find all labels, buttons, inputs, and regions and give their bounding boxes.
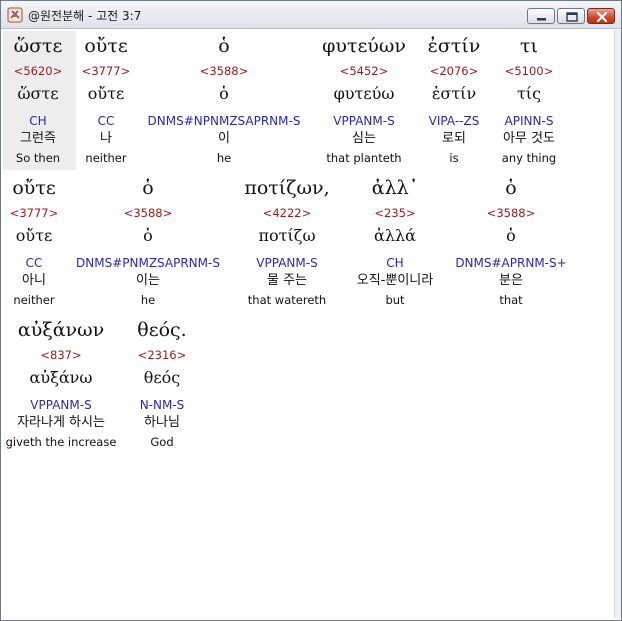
strong-number[interactable]: <3588> [431, 205, 591, 221]
lemma-word: τίς [516, 84, 542, 103]
parsing-code: N-NM-S [139, 398, 185, 412]
scrollbar-edge[interactable] [614, 30, 621, 618]
english-gloss: God [150, 435, 174, 449]
english-gloss: he [140, 293, 156, 307]
maximize-button[interactable] [557, 8, 585, 24]
strong-number[interactable]: <3588> [144, 63, 304, 79]
greek-word[interactable]: ὁ [144, 32, 304, 60]
lemma-word: θεός [143, 368, 181, 387]
close-icon [596, 11, 608, 23]
korean-gloss: 하나님 [144, 415, 180, 430]
greek-word[interactable]: ὁ [68, 174, 228, 202]
korean-gloss: 이는 [136, 273, 160, 288]
maximize-icon [566, 12, 578, 22]
parsing-code: APINN-S [504, 114, 554, 128]
lemma-word: ὁ [506, 226, 516, 245]
english-gloss: any thing [501, 151, 557, 165]
app-window: @원전분해 - 고전 3:7 ὥστε <5620> ὥστε CH 그런즉 So the… [0, 0, 622, 621]
korean-gloss: 아무 것도 [503, 131, 555, 146]
greek-word[interactable]: ὁ [431, 174, 591, 202]
lemma-word: ὁ [219, 84, 229, 103]
lemma-word: ὁ [143, 226, 153, 245]
minimize-button[interactable] [527, 8, 555, 24]
window-title: @원전분해 - 고전 3:7 [28, 9, 142, 23]
strong-number[interactable]: <3588> [68, 205, 228, 221]
strong-number[interactable]: <5100> [449, 63, 609, 79]
analysis-panel[interactable]: ὥστε <5620> ὥστε CH 그런즉 So then οὔτε <3777> οὔτε… [2, 30, 614, 618]
korean-gloss: 이 [218, 131, 230, 146]
title-bar[interactable]: @원전분해 - 고전 3:7 [1, 1, 621, 29]
parsing-code: DNMS#NPNMZSAPRNM-S [147, 114, 301, 128]
greek-word[interactable]: τι [449, 32, 609, 60]
close-button[interactable] [587, 8, 615, 24]
greek-word[interactable]: θεός. [82, 316, 242, 344]
english-gloss: he [216, 151, 232, 165]
parsing-code: DNMS#APRNM-S+ [455, 256, 567, 270]
english-gloss: that [499, 293, 523, 307]
parsing-code: DNMS#PNMZSAPRNM-S [76, 256, 220, 270]
strong-number[interactable]: <2316> [82, 347, 242, 363]
korean-gloss: 분은 [499, 273, 523, 288]
minimize-icon [537, 18, 546, 21]
bible-app-icon [7, 7, 23, 23]
